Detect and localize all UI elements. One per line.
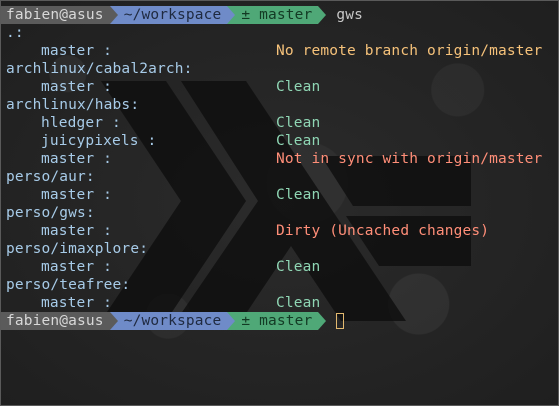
terminal-window[interactable]: fabien@asus ~/workspace ± master gws .: … xyxy=(0,0,559,406)
repo-status: Clean xyxy=(276,259,321,275)
text-cursor[interactable] xyxy=(336,313,345,329)
prompt-directory: ~/workspace xyxy=(117,312,228,330)
prompt-git-branch: ± master xyxy=(235,312,319,330)
repo-name: master : xyxy=(41,43,113,59)
repo-status: Not in sync with origin/master xyxy=(276,151,543,167)
prompt-separator-arrow xyxy=(318,312,327,330)
prompt-line-top: fabien@asus ~/workspace ± master gws xyxy=(1,6,363,24)
repo-status: Clean xyxy=(276,187,321,203)
prompt-git-branch: ± master xyxy=(235,6,319,24)
group-header: perso/imaxplore: xyxy=(6,241,149,257)
repo-name: master : xyxy=(41,259,113,275)
group-header: perso/gws: xyxy=(6,205,95,221)
repo-name: master : xyxy=(41,187,113,203)
repo-status: No remote branch origin/master xyxy=(276,43,543,59)
group-header: perso/teafree: xyxy=(6,277,131,293)
prompt-separator-arrow xyxy=(109,6,118,24)
repo-name: master : xyxy=(41,223,113,239)
repo-name: juicypixels : xyxy=(41,133,157,149)
prompt-separator-arrow xyxy=(227,6,236,24)
repo-name: hledger : xyxy=(41,115,121,131)
prompt-user-host: fabien@asus xyxy=(1,6,110,24)
repo-status: Clean xyxy=(276,133,321,149)
prompt-separator-arrow xyxy=(109,312,118,330)
prompt-command: gws xyxy=(336,7,364,23)
prompt-separator-arrow xyxy=(227,312,236,330)
repo-status: Clean xyxy=(276,79,321,95)
group-header: archlinux/habs: xyxy=(6,97,140,113)
prompt-separator-arrow xyxy=(318,6,327,24)
repo-name: master : xyxy=(41,151,113,167)
prompt-directory: ~/workspace xyxy=(117,6,228,24)
repo-status: Clean xyxy=(276,295,321,311)
repo-status: Clean xyxy=(276,115,321,131)
group-header: .: xyxy=(6,25,24,41)
prompt-user-host: fabien@asus xyxy=(1,312,110,330)
repo-name: master : xyxy=(41,295,113,311)
repo-status: Dirty (Uncached changes) xyxy=(276,223,490,239)
group-header: perso/aur: xyxy=(6,169,95,185)
prompt-line-bottom[interactable]: fabien@asus ~/workspace ± master xyxy=(1,312,345,330)
repo-name: master : xyxy=(41,79,113,95)
group-header: archlinux/cabal2arch: xyxy=(6,61,193,77)
